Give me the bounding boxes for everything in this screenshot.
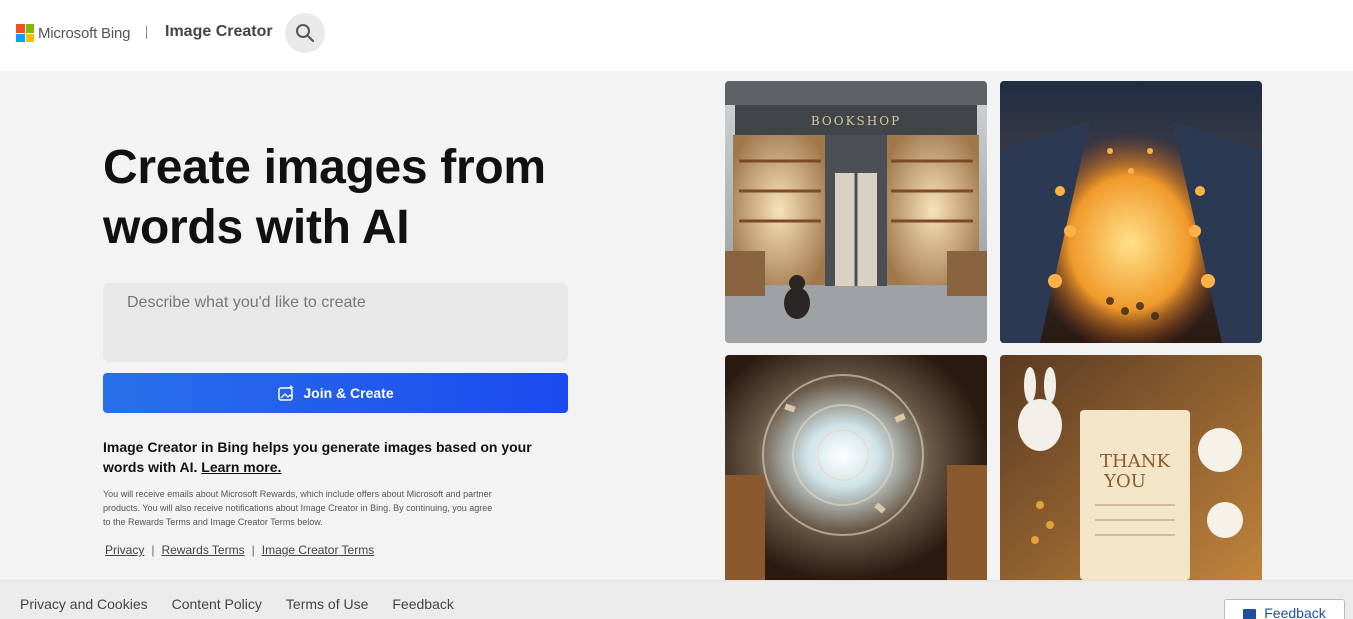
prompt-box[interactable] (103, 283, 568, 362)
search-icon (296, 24, 315, 43)
footer-content-policy-link[interactable]: Content Policy (172, 596, 262, 612)
image-sparkle-icon (278, 384, 295, 401)
header-divider (146, 26, 147, 39)
description-text: Image Creator in Bing helps you generate… (103, 439, 532, 475)
description: Image Creator in Bing helps you generate… (103, 437, 553, 477)
terms-links: Privacy | Rewards Terms | Image Creator … (105, 543, 374, 557)
microsoft-logo-icon (16, 24, 34, 42)
link-separator: | (151, 543, 155, 557)
app-title[interactable]: Image Creator (165, 23, 273, 41)
prompt-input[interactable] (103, 283, 568, 362)
gallery-image-lantern-street[interactable] (1000, 81, 1262, 343)
card-thank-text: THANK (1100, 451, 1170, 472)
feedback-icon (1243, 609, 1257, 619)
card-you-text: YOU (1103, 471, 1146, 492)
feedback-button[interactable]: Feedback (1224, 599, 1345, 619)
footer-terms-link[interactable]: Terms of Use (286, 596, 368, 612)
bookshop-sign-text: BOOKSHOP (811, 114, 901, 128)
gallery-image-bookshop[interactable]: BOOKSHOP (725, 81, 987, 343)
brand-name: Microsoft Bing (38, 24, 131, 42)
footer-feedback-link[interactable]: Feedback (392, 596, 453, 612)
footer-links: Privacy and Cookies Content Policy Terms… (20, 596, 478, 612)
search-button[interactable] (285, 13, 325, 53)
gallery-image-book-vortex[interactable] (725, 355, 987, 580)
top-header: Microsoft Bing Image Creator (0, 0, 1353, 71)
link-separator: | (251, 543, 255, 557)
learn-more-link[interactable]: Learn more. (201, 459, 281, 475)
page-footer: Privacy and Cookies Content Policy Terms… (0, 580, 1353, 619)
rewards-terms-link[interactable]: Rewards Terms (161, 543, 244, 557)
join-and-create-button[interactable]: Join & Create (103, 373, 568, 413)
footer-privacy-link[interactable]: Privacy and Cookies (20, 596, 148, 612)
join-and-create-label: Join & Create (303, 385, 394, 401)
privacy-link[interactable]: Privacy (105, 543, 144, 557)
feedback-label: Feedback (1264, 605, 1326, 619)
page-title: Create images from words with AI (103, 141, 546, 254)
fine-print: You will receive emails about Microsoft … (103, 489, 493, 527)
gallery-image-thank-you-card[interactable]: THANK YOU (1000, 355, 1262, 580)
bing-home-link[interactable]: Microsoft Bing (16, 24, 130, 42)
image-creator-terms-link[interactable]: Image Creator Terms (262, 543, 374, 557)
